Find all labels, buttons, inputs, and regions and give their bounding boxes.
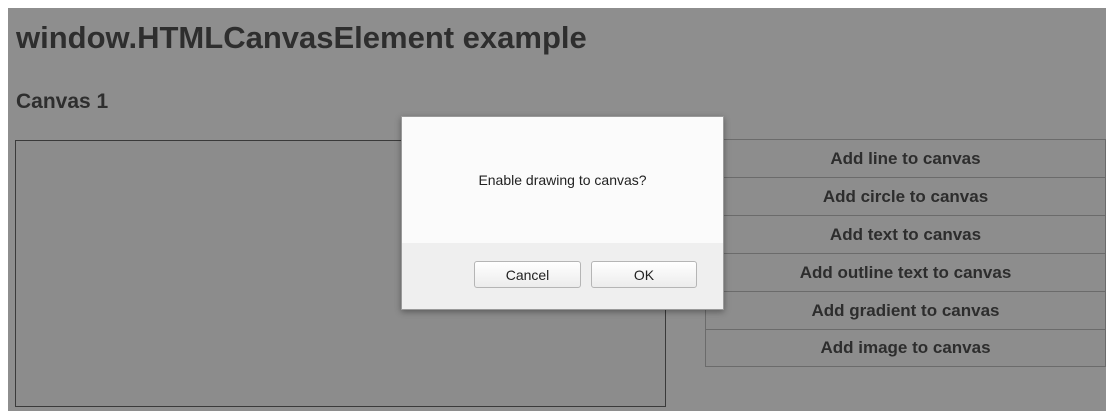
add-line-button[interactable]: Add line to canvas <box>705 139 1106 177</box>
cancel-button[interactable]: Cancel <box>474 261 581 288</box>
page-title: window.HTMLCanvasElement example <box>16 20 587 55</box>
add-image-button[interactable]: Add image to canvas <box>705 329 1106 367</box>
add-gradient-button[interactable]: Add gradient to canvas <box>705 291 1106 329</box>
dialog-message: Enable drawing to canvas? <box>478 172 647 188</box>
ok-button[interactable]: OK <box>591 261 697 288</box>
add-outline-text-button[interactable]: Add outline text to canvas <box>705 253 1106 291</box>
confirm-dialog: Enable drawing to canvas? Cancel OK <box>401 116 724 310</box>
add-text-button[interactable]: Add text to canvas <box>705 215 1106 253</box>
canvas-section-title: Canvas 1 <box>16 90 109 113</box>
canvas-action-buttons: Add line to canvas Add circle to canvas … <box>705 139 1106 367</box>
add-circle-button[interactable]: Add circle to canvas <box>705 177 1106 215</box>
dialog-body: Enable drawing to canvas? <box>402 117 723 244</box>
dialog-footer: Cancel OK <box>402 243 723 309</box>
